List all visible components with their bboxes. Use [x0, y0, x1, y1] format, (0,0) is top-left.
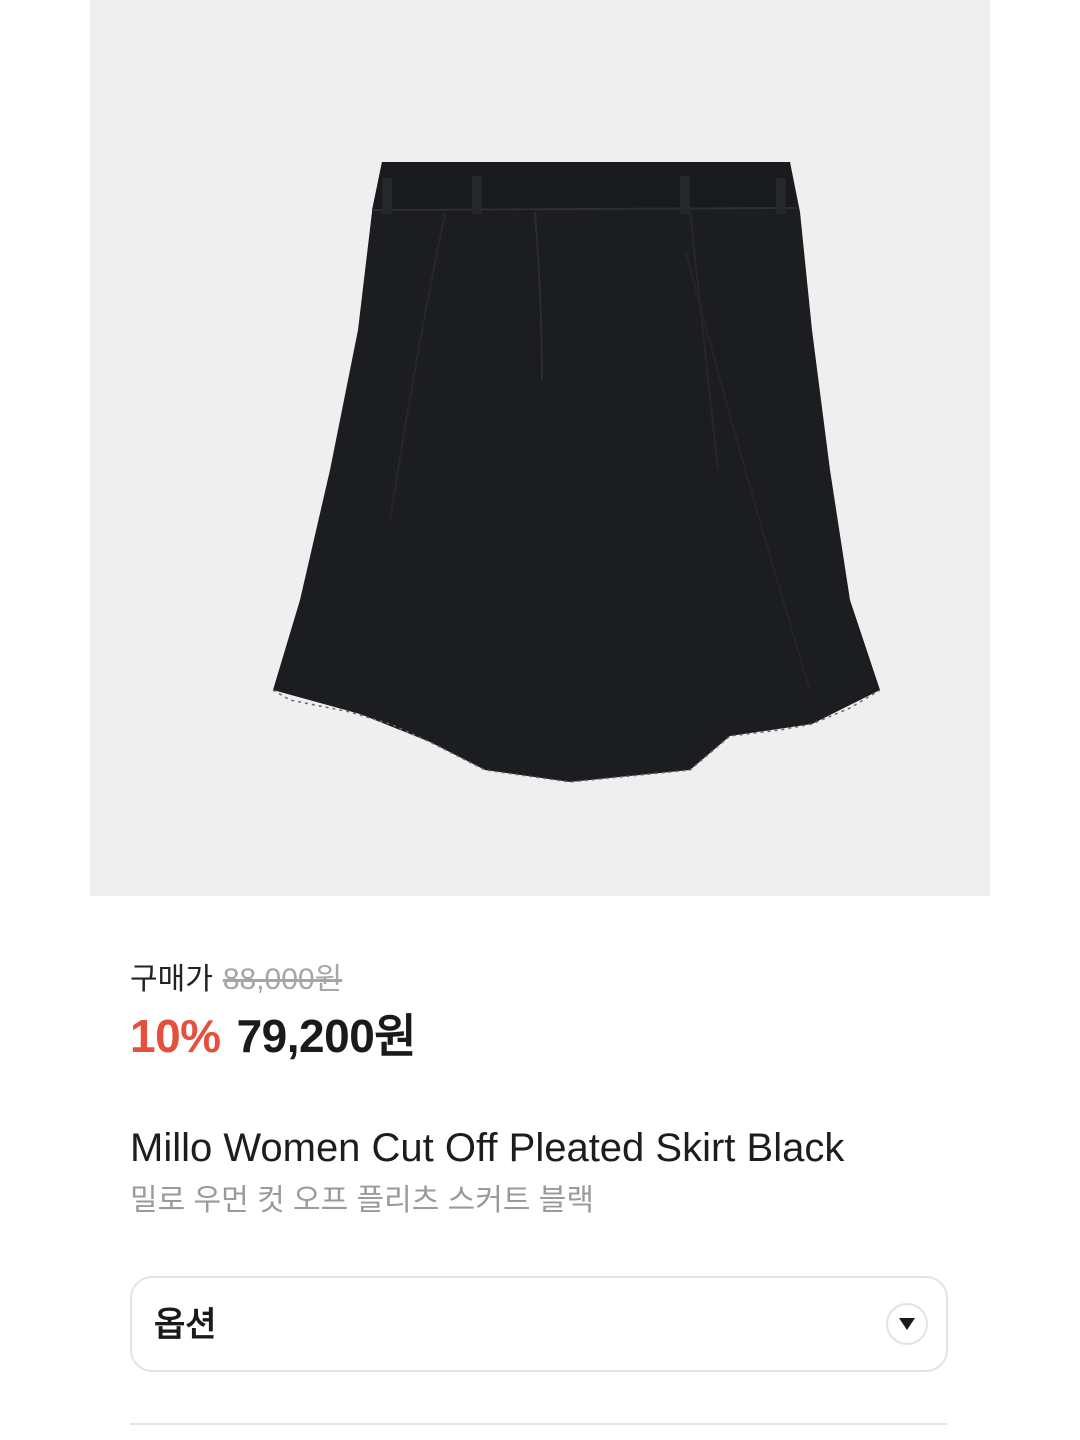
- original-price-row: 구매가 88,000원: [130, 958, 950, 1002]
- price-block: 구매가 88,000원 10% 79,200원: [130, 958, 950, 1068]
- skirt-illustration: [272, 162, 881, 783]
- divider: [130, 1423, 948, 1425]
- product-name-en: Millo Women Cut Off Pleated Skirt Black: [130, 1126, 845, 1170]
- final-price: 79,200원: [236, 1010, 417, 1062]
- purchase-price-label: 구매가: [130, 963, 213, 996]
- option-select[interactable]: 옵션: [130, 1276, 948, 1372]
- original-price: 88,000원: [222, 963, 343, 996]
- option-label: 옵션: [154, 1306, 217, 1344]
- product-name-ko: 밀로 우먼 컷 오프 플리츠 스커트 블랙: [130, 1184, 595, 1217]
- product-detail-page: 구매가 88,000원 10% 79,200원 Millo Women Cut Of…: [0, 0, 1080, 1440]
- sale-price-row: 10% 79,200원: [130, 1004, 950, 1068]
- option-dropdown-button[interactable]: [886, 1303, 928, 1345]
- discount-rate: 10%: [130, 1010, 221, 1062]
- product-image[interactable]: [90, 0, 990, 896]
- product-title-block: Millo Women Cut Off Pleated Skirt Black …: [130, 1122, 990, 1222]
- chevron-down-icon: [899, 1318, 915, 1330]
